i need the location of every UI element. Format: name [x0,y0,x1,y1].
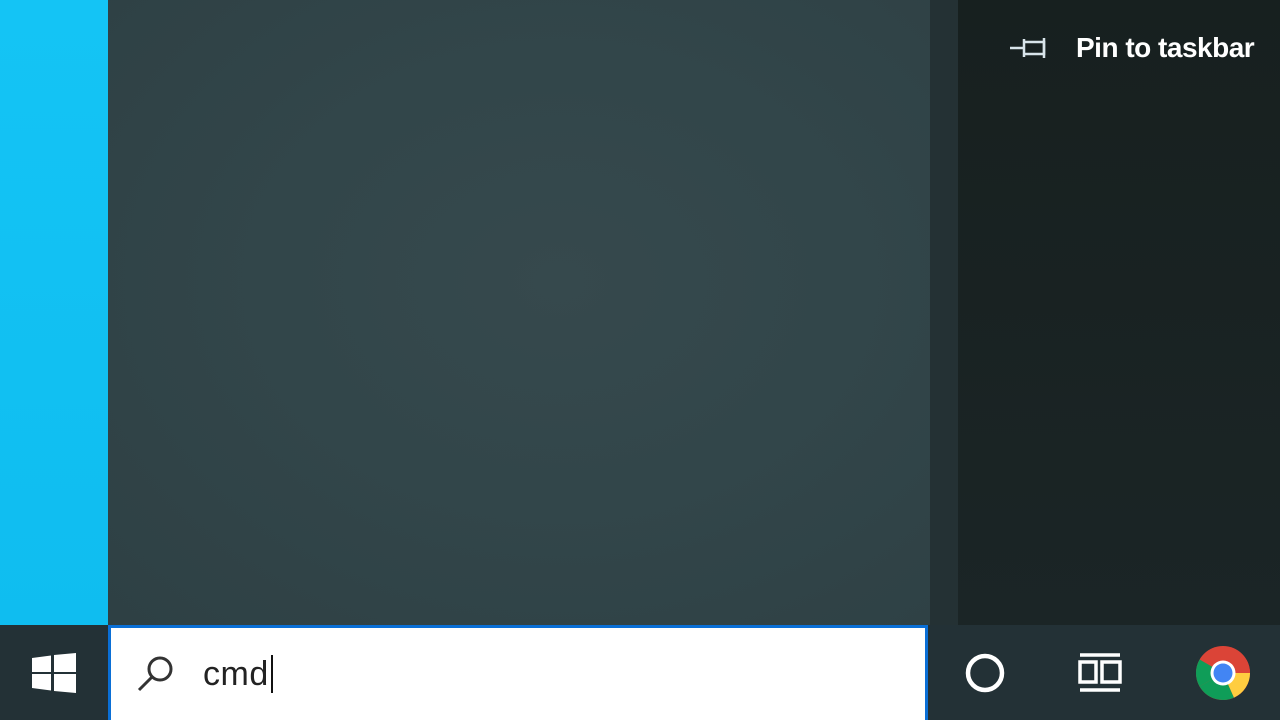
pin-to-taskbar-item[interactable]: Pin to taskbar [1008,22,1255,74]
chrome-icon [1195,645,1250,700]
cortana-button[interactable] [940,625,1030,720]
search-results-panel [108,0,930,625]
taskbar: cmd [0,625,1280,720]
windows-logo-icon [32,652,76,693]
pin-to-taskbar-label: Pin to taskbar [1076,32,1255,63]
taskbar-search-box[interactable]: cmd [108,625,928,720]
search-query-text: cmd [203,654,269,693]
text-caret [270,655,273,693]
panel-divider [930,0,958,625]
search-icon [133,652,193,696]
cortana-circle-icon [965,653,1005,692]
chrome-taskbar-button[interactable] [1178,625,1268,720]
desktop-background [0,0,108,625]
pin-icon [1008,31,1052,65]
start-button[interactable] [0,625,108,720]
task-view-button[interactable] [1055,625,1145,720]
context-panel: Pin to taskbar [958,0,1280,625]
search-input[interactable]: cmd [203,655,273,694]
task-view-icon [1078,652,1122,692]
